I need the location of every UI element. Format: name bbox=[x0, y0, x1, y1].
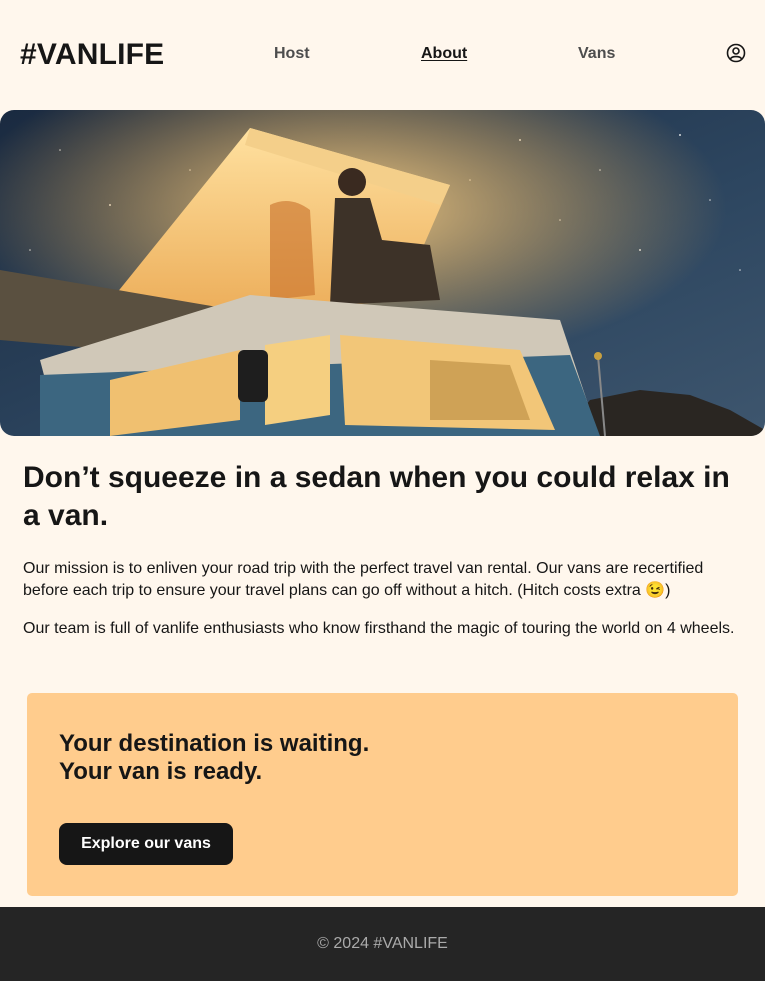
footer-copyright: © 2024 #VANLIFE bbox=[317, 935, 448, 952]
cta-line-destination: Your destination is waiting. bbox=[59, 730, 370, 757]
cta-title: Your destination is waiting. Your van is… bbox=[59, 730, 369, 786]
nav-link-about[interactable]: About bbox=[421, 45, 467, 63]
cta-line-van-ready: Your van is ready. bbox=[59, 758, 263, 785]
user-circle-icon[interactable] bbox=[726, 43, 746, 63]
about-paragraph-team: Our team is full of vanlife enthusiasts … bbox=[23, 620, 735, 637]
explore-vans-button[interactable]: Explore our vans bbox=[59, 823, 233, 865]
site-logo[interactable]: #VANLIFE bbox=[20, 38, 164, 72]
hero-image bbox=[0, 110, 765, 436]
about-title: Don’t squeeze in a sedan when you could … bbox=[23, 461, 730, 532]
site-footer: © 2024 #VANLIFE bbox=[0, 907, 765, 981]
about-section: Don’t squeeze in a sedan when you could … bbox=[23, 459, 743, 640]
about-paragraph-mission: Our mission is to enliven your road trip… bbox=[23, 560, 704, 599]
site-header: #VANLIFE Host About Vans bbox=[0, 0, 765, 110]
cta-box: Your destination is waiting. Your van is… bbox=[27, 693, 738, 896]
nav-link-host[interactable]: Host bbox=[274, 45, 310, 63]
nav-link-vans[interactable]: Vans bbox=[578, 45, 615, 63]
